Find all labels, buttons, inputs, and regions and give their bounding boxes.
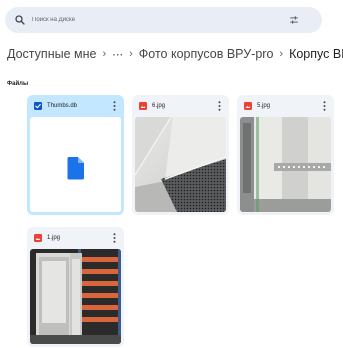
breadcrumb-more-button[interactable]: ⋯ [112, 48, 123, 61]
more-options-icon[interactable] [113, 233, 116, 243]
file-name: 6.jpg [152, 103, 166, 109]
file-card-header[interactable]: Thumbs.db [27, 95, 124, 117]
breadcrumb-separator-icon: › [102, 48, 107, 60]
generic-file-icon [30, 117, 121, 212]
more-options-icon[interactable] [113, 101, 116, 111]
photo-cabinet-warehouse [30, 249, 121, 344]
more-options-icon[interactable] [218, 101, 221, 111]
more-options-icon[interactable] [323, 101, 326, 111]
photo-cabinet-panel [135, 117, 226, 212]
breadcrumb-item-current[interactable]: Корпус ВРУ-pro [289, 47, 343, 61]
breadcrumb-item-shared[interactable]: Доступные мне [7, 47, 96, 61]
file-card-5-jpg[interactable]: 5.jpg [237, 95, 334, 215]
search-icon[interactable] [14, 14, 26, 26]
file-card-header[interactable]: 5.jpg [237, 95, 334, 117]
image-thumbnail[interactable] [30, 249, 121, 344]
file-name: Thumbs.db [47, 103, 78, 109]
breadcrumb-item-folder[interactable]: Фото корпусов ВРУ-pro [139, 47, 274, 61]
breadcrumb: Доступные мне › ⋯ › Фото корпусов ВРУ-pr… [7, 44, 343, 64]
image-thumbnail[interactable] [135, 117, 226, 212]
search-bar[interactable] [5, 7, 322, 33]
file-name: 1.jpg [47, 235, 61, 241]
photo-cabinet-interior [240, 117, 331, 212]
breadcrumb-separator-icon: › [279, 48, 284, 60]
breadcrumb-separator-icon: › [129, 48, 133, 60]
file-thumbnail[interactable] [30, 117, 121, 212]
file-name: 5.jpg [257, 103, 271, 109]
file-card-header[interactable]: 6.jpg [132, 95, 229, 117]
image-file-icon [34, 234, 42, 242]
file-card-1-jpg[interactable]: 1.jpg [27, 227, 124, 347]
file-card-header[interactable]: 1.jpg [27, 227, 124, 249]
search-input[interactable] [32, 17, 232, 23]
image-thumbnail[interactable] [240, 117, 331, 212]
image-file-icon [139, 102, 147, 110]
checkbox-checked-icon[interactable] [34, 102, 42, 110]
image-file-icon [244, 102, 252, 110]
file-card-6-jpg[interactable]: 6.jpg [132, 95, 229, 215]
section-title-files: Файлы [7, 81, 29, 87]
file-card-thumbs-db[interactable]: Thumbs.db [27, 95, 124, 215]
filter-options-icon[interactable] [289, 15, 299, 25]
